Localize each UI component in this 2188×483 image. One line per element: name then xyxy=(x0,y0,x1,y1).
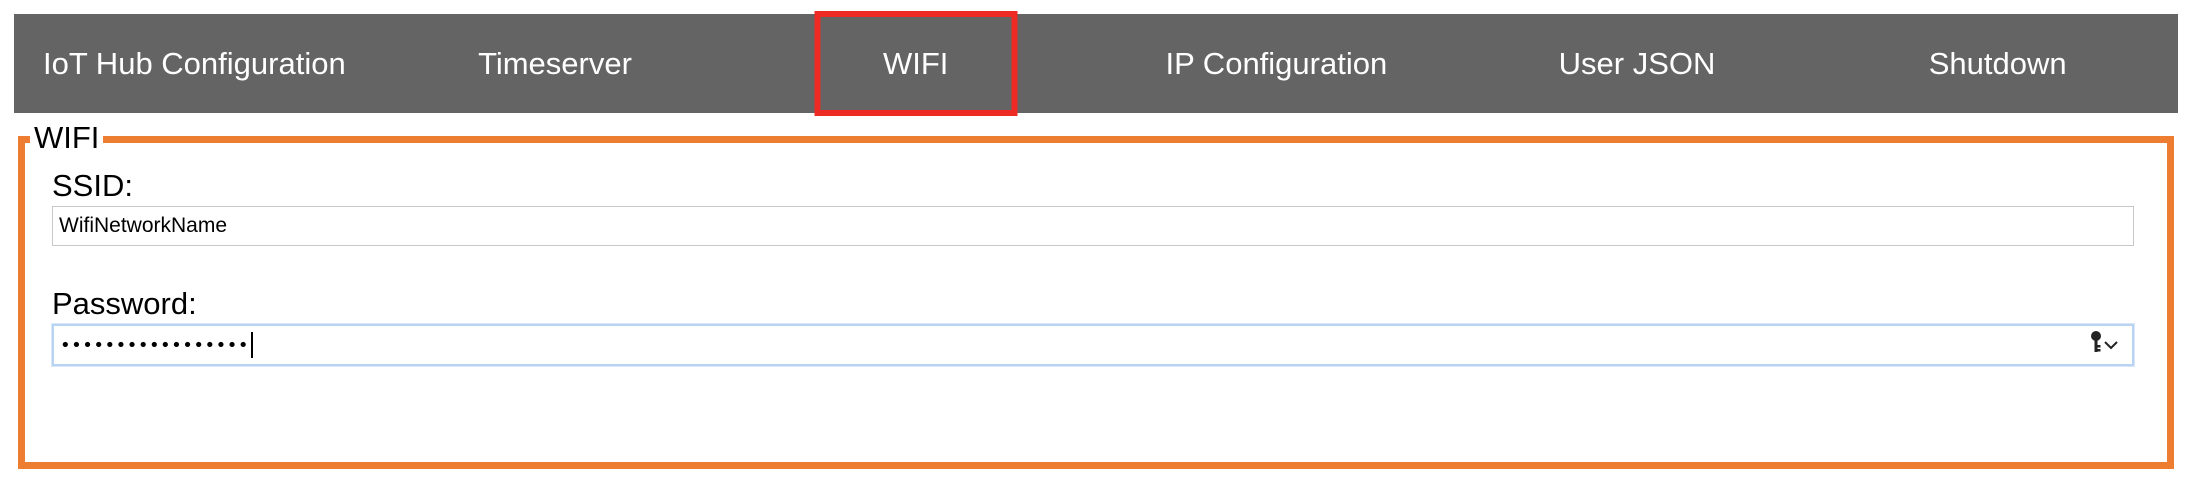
tab-user-json[interactable]: User JSON xyxy=(1457,14,1818,113)
password-masked-value: ••••••••••••••••• xyxy=(60,334,249,356)
ssid-label: SSID: xyxy=(52,168,133,203)
chevron-down-icon xyxy=(2103,333,2119,357)
tab-label: User JSON xyxy=(1558,45,1716,81)
ssid-input[interactable]: WifiNetworkName xyxy=(52,206,2134,246)
tab-ip-configuration[interactable]: IP Configuration xyxy=(1096,14,1457,113)
password-autofill-control[interactable] xyxy=(2086,330,2122,360)
ssid-value: WifiNetworkName xyxy=(59,214,228,237)
tab-iot-hub-configuration[interactable]: IoT Hub Configuration xyxy=(14,14,375,113)
text-caret xyxy=(251,332,253,358)
password-input[interactable]: ••••••••••••••••• xyxy=(52,324,2134,366)
tab-shutdown[interactable]: Shutdown xyxy=(1817,14,2178,113)
tab-label: IP Configuration xyxy=(1165,45,1388,81)
key-icon xyxy=(2089,330,2103,360)
tab-label: Timeserver xyxy=(478,45,632,81)
top-nav: IoT Hub Configuration Timeserver WIFI IP… xyxy=(14,11,2178,116)
wifi-fieldset xyxy=(18,136,2174,469)
tab-wifi[interactable]: WIFI xyxy=(735,11,1096,116)
tab-label: WIFI xyxy=(882,45,949,81)
wifi-settings-page: IoT Hub Configuration Timeserver WIFI IP… xyxy=(0,0,2188,483)
tab-label: IoT Hub Configuration xyxy=(42,45,346,81)
tab-timeserver[interactable]: Timeserver xyxy=(375,14,736,113)
password-label: Password: xyxy=(52,286,197,321)
fieldset-legend: WIFI xyxy=(30,120,104,156)
tab-label: Shutdown xyxy=(1928,45,2067,81)
